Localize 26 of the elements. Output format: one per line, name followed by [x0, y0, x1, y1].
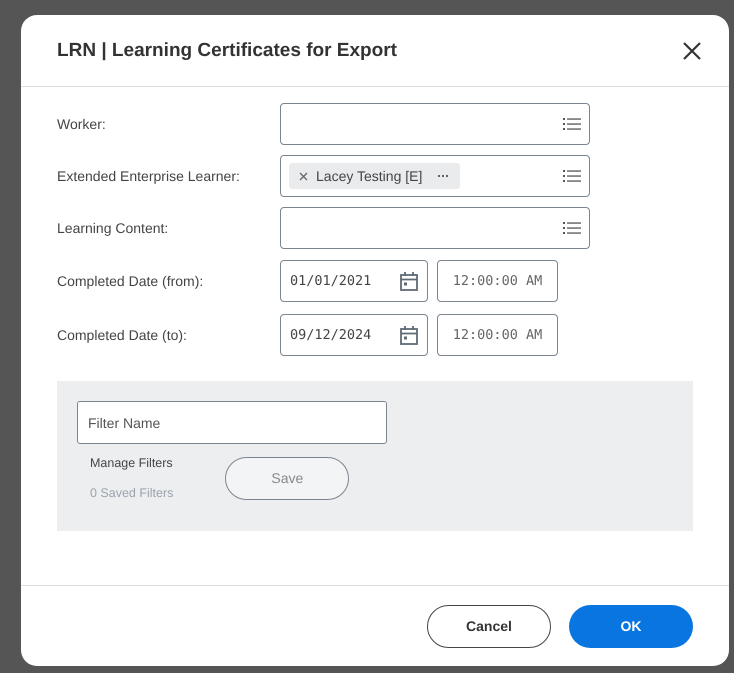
cancel-button[interactable]: Cancel	[427, 604, 551, 648]
prompt-field[interactable]: Lacey Testing [E]	[280, 155, 590, 197]
remove-icon[interactable]	[299, 172, 308, 180]
field-label: Extended Enterprise Learner:	[57, 168, 241, 184]
manage-filters-label: Manage Filters	[90, 456, 174, 470]
calendar-icon[interactable]	[400, 272, 418, 290]
field-label: Completed Date (from):	[57, 273, 204, 289]
time-field[interactable]: 12:00:00 AM	[437, 260, 558, 302]
close-icon[interactable]	[683, 42, 701, 60]
field-label: Worker:	[57, 116, 107, 132]
list-icon[interactable]	[563, 169, 581, 183]
prompt-field[interactable]	[280, 103, 590, 145]
time-field[interactable]: 12:00:00 AM	[437, 314, 558, 356]
filter-name-field[interactable]: Filter Name	[77, 401, 387, 444]
list-icon[interactable]	[563, 221, 581, 235]
saved-filters-count: 0 Saved Filters	[90, 486, 174, 500]
field-label: Completed Date (to):	[57, 327, 188, 343]
prompt-field[interactable]	[280, 207, 590, 249]
dialog-title: LRN | Learning Certificates for Export	[57, 40, 397, 62]
date-field[interactable]: 01/01/2021	[280, 260, 428, 302]
ok-button[interactable]: OK	[569, 604, 693, 648]
chip-text: Lacey Testing [E]	[316, 168, 422, 184]
field-label: Learning Content:	[57, 220, 170, 236]
calendar-icon[interactable]	[400, 326, 418, 344]
date-field[interactable]: 09/12/2024	[280, 314, 428, 356]
list-icon[interactable]	[563, 117, 581, 131]
